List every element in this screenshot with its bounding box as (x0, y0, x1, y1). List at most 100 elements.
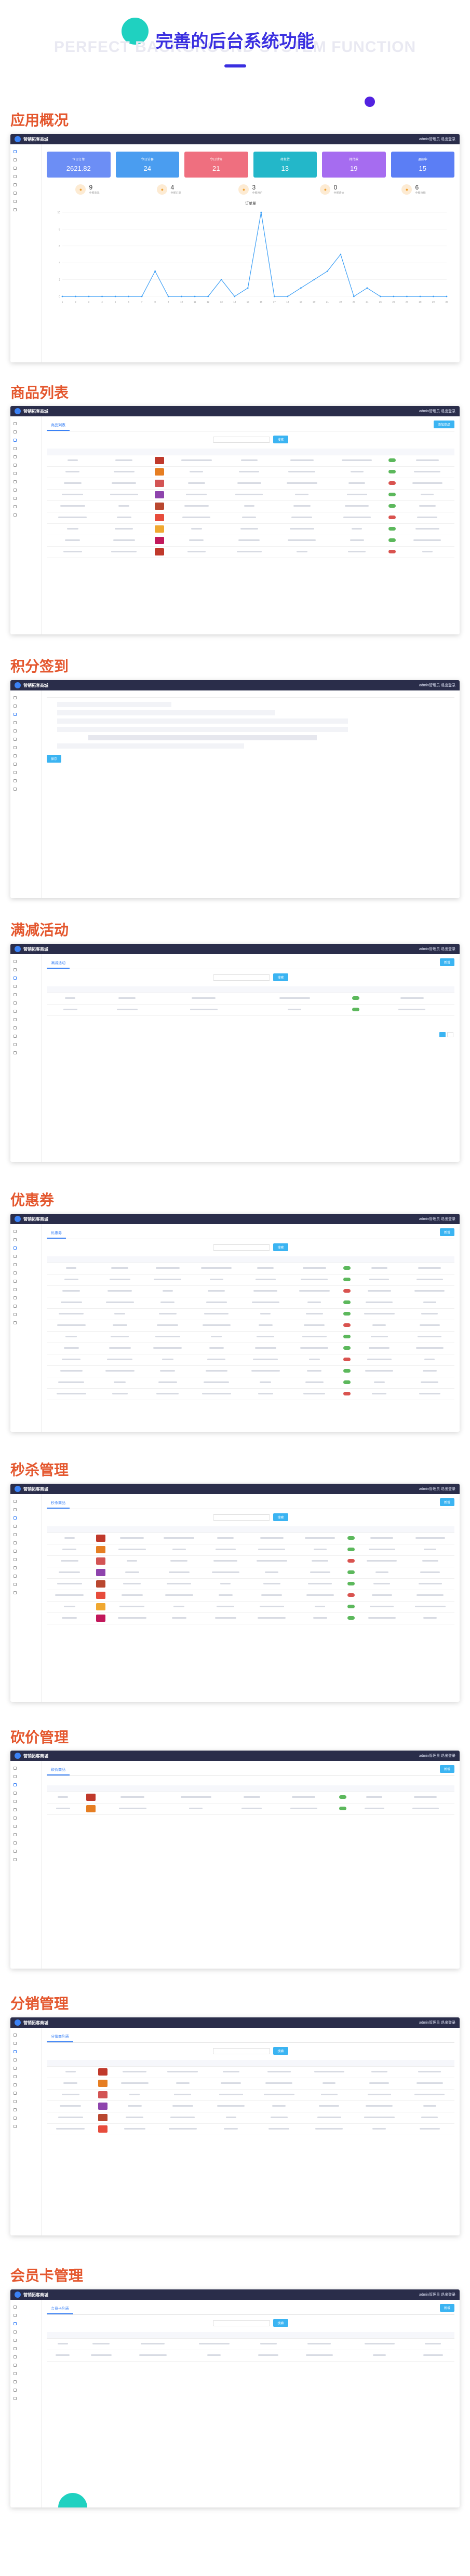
sidebar-item[interactable] (10, 2114, 41, 2122)
status-toggle[interactable] (347, 1581, 355, 1585)
sidebar-item[interactable] (10, 1781, 41, 1789)
sidebar-item[interactable] (10, 1024, 41, 1032)
tab-goods-list[interactable]: 商品列表 (47, 421, 70, 431)
table-row[interactable] (47, 455, 454, 467)
table-row[interactable] (47, 1377, 454, 1389)
sidebar-item[interactable] (10, 469, 41, 478)
sidebar-item[interactable] (10, 511, 41, 519)
table-row[interactable] (47, 1285, 454, 1297)
add-goods-button[interactable]: 添加商品 (433, 421, 454, 428)
stat-card[interactable]: 退款中 15 (391, 152, 454, 178)
search-button[interactable]: 搜索 (273, 2319, 288, 2327)
sidebar-item[interactable] (10, 785, 41, 793)
sidebar-item[interactable] (10, 957, 41, 966)
sidebar-item[interactable] (10, 2081, 41, 2089)
table-row[interactable] (47, 1567, 454, 1579)
status-toggle[interactable] (343, 1334, 351, 1338)
sidebar-item[interactable] (10, 1514, 41, 1522)
sidebar-item[interactable] (10, 197, 41, 206)
top-right-user[interactable]: admin管理员 退出登录 (419, 1486, 455, 1492)
status-toggle[interactable] (347, 1536, 355, 1540)
status-toggle[interactable] (388, 538, 396, 542)
sidebar-item[interactable] (10, 494, 41, 503)
status-toggle[interactable] (343, 1311, 351, 1316)
sidebar-item[interactable] (10, 2344, 41, 2353)
sidebar-item[interactable] (10, 1269, 41, 1277)
sidebar-item[interactable] (10, 1277, 41, 1285)
table-row[interactable] (47, 2350, 454, 2362)
sidebar-item[interactable] (10, 1764, 41, 1772)
sidebar-item[interactable] (10, 181, 41, 189)
sidebar-item[interactable] (10, 1319, 41, 1327)
table-row[interactable] (47, 2078, 454, 2090)
status-toggle[interactable] (347, 1570, 355, 1574)
table-row[interactable] (47, 1612, 454, 1624)
sidebar-item[interactable] (10, 735, 41, 743)
sidebar-item[interactable] (10, 1547, 41, 1555)
sidebar-item[interactable] (10, 1260, 41, 1269)
sidebar-item[interactable] (10, 2031, 41, 2039)
sidebar-item[interactable] (10, 1797, 41, 1806)
table-row[interactable] (47, 523, 454, 535)
status-toggle[interactable] (343, 1391, 351, 1395)
sidebar-item[interactable] (10, 2303, 41, 2311)
table-row[interactable] (47, 2100, 454, 2112)
table-row[interactable] (47, 2089, 454, 2101)
table-row[interactable] (47, 1388, 454, 1400)
top-right-user[interactable]: admin管理员 退出登录 (419, 1216, 455, 1222)
add-rule-bar[interactable] (88, 735, 317, 740)
table-row[interactable] (47, 1555, 454, 1567)
sidebar-item[interactable] (10, 478, 41, 486)
sidebar-item[interactable] (10, 694, 41, 702)
sidebar-item[interactable] (10, 2353, 41, 2361)
page-button[interactable] (447, 1032, 453, 1037)
table-row[interactable] (47, 512, 454, 524)
sidebar-item[interactable] (10, 2039, 41, 2048)
table-row[interactable] (47, 546, 454, 558)
add-button[interactable]: 新增 (439, 1498, 454, 1506)
table-row[interactable] (47, 1590, 454, 1602)
status-toggle[interactable] (388, 515, 396, 519)
table-row[interactable] (47, 1004, 454, 1016)
sidebar-item[interactable] (10, 1839, 41, 1847)
sidebar-item[interactable] (10, 768, 41, 777)
status-toggle[interactable] (388, 458, 396, 462)
add-button[interactable]: 新增 (439, 1228, 454, 1236)
sidebar-item[interactable] (10, 461, 41, 469)
sidebar-item[interactable] (10, 1572, 41, 1580)
sidebar-item[interactable] (10, 1564, 41, 1572)
status-toggle[interactable] (388, 469, 396, 473)
form-row[interactable] (57, 702, 171, 707)
stat-card[interactable]: 今日访客 24 (115, 152, 179, 178)
page-button[interactable] (439, 1032, 446, 1037)
sidebar-item[interactable] (10, 1580, 41, 1589)
sidebar-item[interactable] (10, 1806, 41, 1814)
stat-card[interactable]: 今日销售 21 (184, 152, 248, 178)
sidebar-item[interactable] (10, 156, 41, 164)
status-toggle[interactable] (343, 1357, 351, 1361)
table-row[interactable] (47, 478, 454, 490)
table-row[interactable] (47, 535, 454, 547)
table-row[interactable] (47, 1365, 454, 1377)
sidebar-item[interactable] (10, 436, 41, 444)
status-toggle[interactable] (388, 481, 396, 485)
search-input[interactable] (213, 2048, 271, 2054)
sidebar-item[interactable] (10, 172, 41, 181)
table-row[interactable] (47, 489, 454, 501)
sidebar-item[interactable] (10, 2328, 41, 2336)
sidebar-item[interactable] (10, 2089, 41, 2097)
sidebar-item[interactable] (10, 752, 41, 760)
sidebar-item[interactable] (10, 702, 41, 710)
status-toggle[interactable] (343, 1346, 351, 1350)
search-button[interactable]: 搜索 (273, 1243, 288, 1251)
status-toggle[interactable] (388, 549, 396, 553)
search-input[interactable] (213, 1244, 271, 1251)
status-toggle[interactable] (352, 1007, 360, 1011)
sidebar-item[interactable] (10, 710, 41, 718)
sidebar-item[interactable] (10, 1252, 41, 1260)
table-row[interactable] (47, 1320, 454, 1332)
sidebar-item[interactable] (10, 2361, 41, 2369)
sidebar-item[interactable] (10, 2311, 41, 2320)
sidebar-item[interactable] (10, 2072, 41, 2081)
form-row[interactable] (57, 727, 348, 732)
